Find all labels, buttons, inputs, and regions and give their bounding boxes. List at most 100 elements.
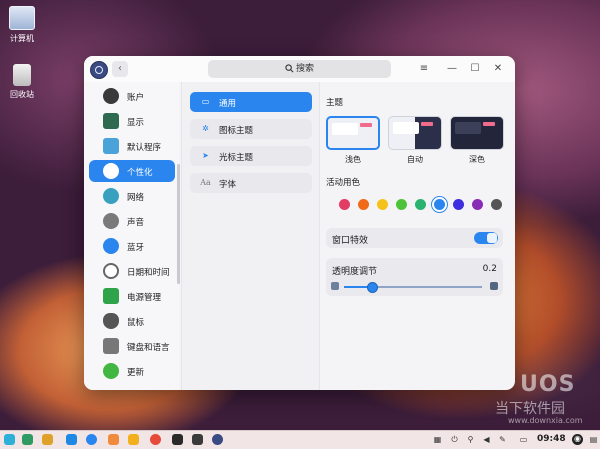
volume-icon[interactable]: ◀	[482, 435, 491, 444]
sidebar-item-default-apps[interactable]: 默认程序	[89, 135, 175, 157]
calendar-icon[interactable]	[108, 434, 119, 445]
sidebar-item-mouse[interactable]: 鼠标	[89, 310, 175, 332]
music-icon[interactable]	[150, 434, 161, 445]
usb-icon[interactable]: ⚲	[466, 435, 475, 444]
subnav-item-font[interactable]: Aa 字体	[190, 173, 312, 193]
clock-icon	[103, 263, 119, 279]
sidebar-item-label: 日期和时间	[127, 268, 170, 278]
launcher-icon[interactable]	[4, 434, 15, 445]
titlebar: ‹ 搜索 ≡ — ☐ ✕	[84, 56, 515, 82]
pen-icon[interactable]: ✎	[498, 435, 507, 444]
accent-swatch[interactable]	[377, 199, 388, 210]
transparency-row: 透明度调节 0.2	[326, 258, 503, 296]
cursor-theme-icon: ➤	[202, 151, 209, 160]
minimize-button[interactable]: —	[444, 61, 460, 77]
update-icon	[103, 363, 119, 379]
desktop-icon-trash[interactable]: 回收站	[4, 64, 40, 100]
accent-swatch[interactable]	[472, 199, 483, 210]
theme-option-light[interactable]: 浅色	[326, 116, 380, 165]
multitask-view-icon[interactable]	[22, 434, 33, 445]
sidebar-item-bluetooth[interactable]: 蓝牙	[89, 235, 175, 257]
sidebar-item-label: 账户	[127, 93, 145, 103]
screen-icon[interactable]: ▭	[519, 435, 528, 444]
sidebar-item-label: 鼠标	[127, 318, 145, 328]
power-icon	[103, 288, 119, 304]
theme-option-auto[interactable]: 自动	[388, 116, 442, 165]
app-store-icon[interactable]	[66, 434, 77, 445]
menu-button[interactable]: ≡	[416, 61, 432, 77]
sidebar-scrollbar[interactable]	[177, 164, 180, 284]
photos-icon[interactable]	[128, 434, 139, 445]
power-tray-icon[interactable]: ⏻	[450, 435, 459, 444]
maximize-button[interactable]: ☐	[467, 61, 483, 77]
sidebar-item-label: 电源管理	[127, 293, 162, 303]
sidebar-item-account[interactable]: 账户	[89, 85, 175, 107]
search-label: 搜索	[295, 64, 314, 74]
sidebar-item-label: 更新	[127, 368, 145, 378]
sidebar-item-keyboard[interactable]: 键盘和语言	[89, 335, 175, 357]
back-button[interactable]: ‹	[112, 61, 128, 77]
mouse-icon	[103, 313, 119, 329]
transparency-slider-handle[interactable]	[366, 282, 378, 293]
accent-swatch-selected[interactable]	[434, 199, 445, 210]
personalization-subnav: ▭ 通用 ✲ 图标主题 ➤ 光标主题 Aa 字体	[181, 82, 320, 390]
sidebar-item-label: 默认程序	[127, 143, 162, 153]
display-icon	[103, 113, 119, 129]
accent-swatch[interactable]	[453, 199, 464, 210]
subnav-item-label: 图标主题	[219, 126, 254, 136]
transparency-value: 0.2	[482, 264, 497, 274]
general-settings: 主题 浅色 自动 深色 活动用色 窗口特效 透明度调节 0.2	[320, 82, 515, 390]
subnav-item-label: 通用	[219, 99, 237, 109]
transparency-label: 透明度调节	[332, 267, 378, 277]
keyboard-tray-icon[interactable]: ◉	[572, 434, 583, 445]
sidebar-item-display[interactable]: 显示	[89, 110, 175, 132]
sidebar-item-sound[interactable]: 声音	[89, 210, 175, 232]
trash-icon	[13, 64, 31, 86]
network-tray-icon[interactable]: ▦	[433, 435, 442, 444]
general-icon: ▭	[201, 97, 210, 106]
site-watermark: 当下软件园	[495, 401, 565, 417]
terminal-icon[interactable]	[192, 434, 203, 445]
notification-icon[interactable]: ▤	[589, 435, 598, 444]
window-effect-toggle[interactable]	[474, 232, 498, 244]
taskbar-clock[interactable]: 09:48	[537, 434, 566, 444]
sidebar-item-label: 网络	[127, 193, 145, 203]
theme-preview-light	[326, 116, 380, 150]
accent-swatch[interactable]	[415, 199, 426, 210]
subnav-item-general[interactable]: ▭ 通用	[190, 92, 312, 112]
sidebar-item-datetime[interactable]: 日期和时间	[89, 260, 175, 282]
accent-swatch[interactable]	[396, 199, 407, 210]
font-icon: Aa	[200, 178, 211, 187]
desktop-icon-computer[interactable]: 计算机	[4, 6, 40, 44]
control-center-logo-icon	[90, 61, 108, 79]
accent-swatch[interactable]	[491, 199, 502, 210]
sidebar-item-network[interactable]: 网络	[89, 185, 175, 207]
accent-swatch[interactable]	[358, 199, 369, 210]
theme-preview-dark	[450, 116, 504, 150]
theme-label: 浅色	[345, 155, 361, 164]
search-box[interactable]: 搜索	[208, 60, 391, 78]
theme-preview-auto	[388, 116, 442, 150]
sidebar: 账户 显示 默认程序 个性化 网络 声音 蓝牙 日期和时间 电源管理 鼠标 键盘…	[84, 82, 180, 390]
theme-option-dark[interactable]: 深色	[450, 116, 504, 165]
sidebar-item-label: 声音	[127, 218, 145, 228]
browser-icon[interactable]	[86, 434, 97, 445]
bluetooth-icon	[103, 238, 119, 254]
sidebar-item-label: 显示	[127, 118, 145, 128]
taskbar: ▦ ⏻ ⚲ ◀ ✎ ▭ 09:48 ◉ ▤	[0, 430, 600, 449]
sidebar-item-update[interactable]: 更新	[89, 360, 175, 382]
sidebar-item-personalization[interactable]: 个性化	[89, 160, 175, 182]
subnav-item-icon-theme[interactable]: ✲ 图标主题	[190, 119, 312, 139]
sidebar-item-label: 个性化	[127, 168, 153, 178]
sidebar-item-power[interactable]: 电源管理	[89, 285, 175, 307]
file-manager-icon[interactable]	[42, 434, 53, 445]
desktop-icon-label: 计算机	[10, 34, 34, 43]
video-icon[interactable]	[172, 434, 183, 445]
subnav-item-cursor-theme[interactable]: ➤ 光标主题	[190, 146, 312, 166]
personalization-icon	[103, 163, 119, 179]
close-button[interactable]: ✕	[490, 61, 506, 77]
theme-section-title: 主题	[326, 98, 344, 108]
transparency-slider[interactable]	[344, 282, 482, 293]
accent-swatch[interactable]	[339, 199, 350, 210]
settings-icon[interactable]	[212, 434, 223, 445]
